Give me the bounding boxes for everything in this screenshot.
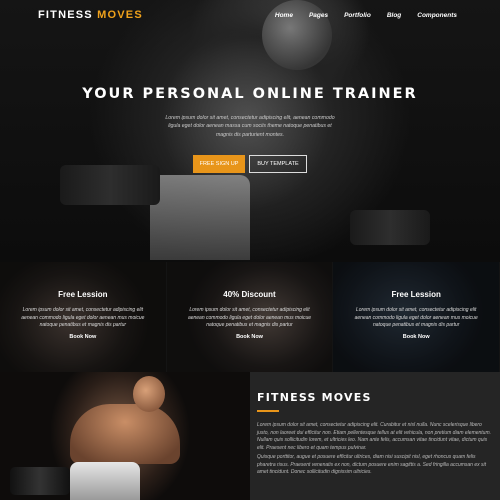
bodybuilder-torso (70, 404, 180, 464)
dumbbell-image (350, 210, 430, 245)
nav-item-portfolio[interactable]: Portfolio (344, 12, 371, 19)
about-section: FITNESS MOVES Lorem ipsum dolor sit amet… (250, 372, 500, 500)
offer-title: Free Lession (391, 290, 441, 299)
nav-item-home[interactable]: Home (275, 12, 293, 19)
offer-description: Lorem ipsum dolor sit amet, consectetur … (21, 307, 145, 329)
offer-card: 40% Discount Lorem ipsum dolor sit amet,… (166, 262, 334, 372)
book-now-link[interactable]: Book Now (0, 334, 166, 340)
dumbbell-image (10, 467, 70, 495)
offer-description: Lorem ipsum dolor sit amet, consectetur … (187, 307, 312, 329)
book-now-link[interactable]: Book Now (167, 334, 333, 340)
brand-name-part1: FITNESS (38, 9, 93, 21)
bodybuilder-shorts (70, 462, 140, 500)
main-menu: Home Pages Portfolio Blog Components (259, 12, 457, 19)
nav-item-blog[interactable]: Blog (387, 12, 401, 19)
dumbbell-image (60, 165, 160, 205)
offer-description: Lorem ipsum dolor sit amet, consectetur … (354, 307, 478, 329)
hero-section: FITNESS MOVES Home Pages Portfolio Blog … (0, 0, 500, 262)
hero-trainer-shorts (150, 175, 250, 260)
hero-title: YOUR PERSONAL ONLINE TRAINER (82, 86, 418, 102)
about-paragraph-1: Lorem ipsum dolor sit amet, consectetur … (257, 422, 492, 452)
offer-card: Free Lession Lorem ipsum dolor sit amet,… (0, 262, 167, 372)
hero-description: Lorem ipsum dolor sit amet, consectetur … (165, 115, 335, 138)
offer-title: Free Lession (58, 290, 108, 299)
free-signup-button[interactable]: FREE SIGN UP (193, 155, 245, 173)
offer-title: 40% Discount (223, 290, 276, 299)
bodybuilder-image (0, 372, 250, 500)
offer-card: Free Lession Lorem ipsum dolor sit amet,… (333, 262, 500, 372)
nav-item-components[interactable]: Components (417, 12, 457, 19)
about-paragraph-2: Quisque porttitor, augue et posuere effi… (257, 454, 487, 476)
brand-name-part2: MOVES (97, 9, 143, 21)
top-navbar: FITNESS MOVES Home Pages Portfolio Blog … (0, 0, 500, 32)
title-underline (257, 410, 279, 412)
nav-item-pages[interactable]: Pages (309, 12, 328, 19)
about-title: FITNESS MOVES (257, 391, 372, 404)
buy-template-button[interactable]: BUY TEMPLATE (249, 155, 307, 173)
book-now-link[interactable]: Book Now (333, 334, 499, 340)
offers-row: Free Lession Lorem ipsum dolor sit amet,… (0, 262, 500, 372)
brand-logo[interactable]: FITNESS MOVES (38, 9, 143, 21)
bodybuilder-head (133, 376, 165, 412)
